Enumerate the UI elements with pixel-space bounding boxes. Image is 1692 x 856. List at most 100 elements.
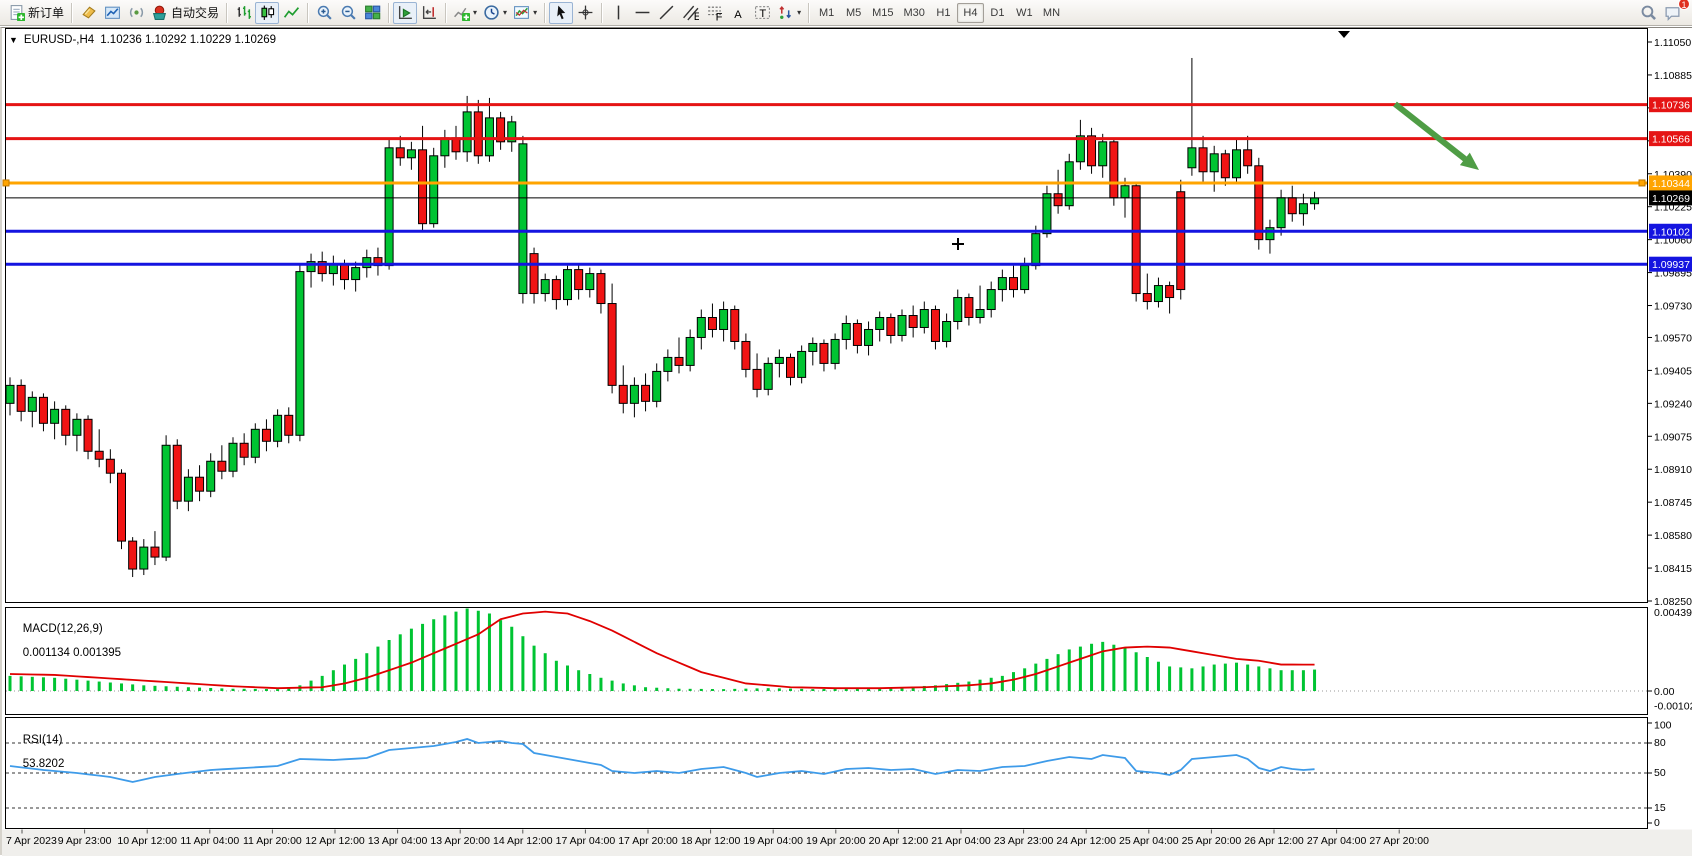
market-watch-icon bbox=[80, 4, 97, 21]
new-order-icon bbox=[8, 4, 25, 21]
time-tick-label: 13 Apr 04:00 bbox=[368, 835, 428, 847]
autoscroll-button[interactable] bbox=[393, 2, 417, 24]
svg-text:1.10736: 1.10736 bbox=[1652, 100, 1690, 112]
signals-button[interactable] bbox=[124, 2, 148, 24]
toolbar-separator bbox=[226, 3, 227, 23]
time-tick-label: 20 Apr 12:00 bbox=[869, 835, 929, 847]
price-tick-label: 1.08910 bbox=[1654, 464, 1692, 476]
timeframe-h4-button[interactable]: H4 bbox=[957, 3, 984, 23]
time-tick-label: 25 Apr 04:00 bbox=[1119, 835, 1179, 847]
price-tick-label: 1.09405 bbox=[1654, 365, 1692, 377]
channel-icon: E bbox=[682, 4, 699, 21]
indicators-icon bbox=[453, 4, 470, 21]
chart-window[interactable]: 1.110501.108851.107201.105551.103901.102… bbox=[0, 27, 1692, 855]
trendline-button[interactable] bbox=[654, 2, 678, 24]
cursor-button[interactable] bbox=[549, 2, 573, 24]
svg-text:1.10566: 1.10566 bbox=[1652, 134, 1690, 146]
chart-canvas[interactable]: 1.110501.108851.107201.105551.103901.102… bbox=[2, 28, 1692, 856]
price-tick-label: 1.11050 bbox=[1654, 37, 1691, 49]
rsi-value: 53.8202 bbox=[23, 758, 65, 770]
autotrade-icon bbox=[151, 4, 168, 21]
chevron-down-icon: ▾ bbox=[533, 9, 537, 17]
main-pane[interactable] bbox=[6, 29, 1648, 603]
autotrade-label: 自动交易 bbox=[171, 4, 219, 21]
time-tick-label: 12 Apr 12:00 bbox=[305, 835, 365, 847]
time-tick-label: 23 Apr 23:00 bbox=[994, 835, 1054, 847]
indicators-button[interactable]: ▾ bbox=[450, 2, 480, 24]
timeframe-mn-button[interactable]: MN bbox=[1038, 3, 1065, 23]
timeframe-group: M1M5M15M30H1H4D1W1MN bbox=[813, 3, 1065, 23]
toolbar-separator bbox=[71, 3, 72, 23]
arrows-icon bbox=[777, 4, 794, 21]
svg-text:15: 15 bbox=[1654, 802, 1666, 814]
notification-badge: 1 bbox=[1678, 0, 1690, 10]
template-icon bbox=[513, 4, 530, 21]
macd-values: 0.001134 0.001395 bbox=[23, 647, 121, 659]
svg-text:-0.001021: -0.001021 bbox=[1654, 700, 1692, 712]
svg-text:80: 80 bbox=[1654, 737, 1666, 749]
toolbar-separator bbox=[544, 3, 545, 23]
svg-text:100: 100 bbox=[1654, 720, 1672, 732]
horizontal-line-button[interactable] bbox=[630, 2, 654, 24]
line-chart-icon bbox=[283, 4, 300, 21]
zoom-out-button[interactable] bbox=[336, 2, 360, 24]
chart-shift-button[interactable] bbox=[417, 2, 441, 24]
macd-indicator-label: MACD(12,26,9) 0.001134 0.001395 bbox=[10, 611, 121, 671]
crosshair-button[interactable] bbox=[573, 2, 597, 24]
chart-context-caret[interactable]: ▼ bbox=[9, 35, 18, 45]
new-order-button[interactable]: 新订单 bbox=[5, 2, 67, 24]
search-button[interactable] bbox=[1636, 2, 1660, 24]
svg-text:1.10344: 1.10344 bbox=[1652, 178, 1690, 190]
macd-pane[interactable] bbox=[6, 608, 1648, 715]
timeframe-m30-button[interactable]: M30 bbox=[899, 3, 930, 23]
svg-text:1.09937: 1.09937 bbox=[1652, 259, 1690, 271]
price-tick-label: 1.09075 bbox=[1654, 431, 1692, 443]
text-label-icon: T bbox=[754, 4, 771, 21]
cursor-icon bbox=[553, 4, 570, 21]
periods-button[interactable]: ▾ bbox=[480, 2, 510, 24]
channel-button[interactable]: E bbox=[678, 2, 702, 24]
candles-chart-button[interactable] bbox=[255, 2, 279, 24]
price-level-badge: 1.10269 bbox=[1649, 190, 1692, 205]
price-tick-label: 1.08415 bbox=[1654, 563, 1692, 575]
timeframe-m5-button[interactable]: M5 bbox=[840, 3, 867, 23]
data-window-button[interactable] bbox=[100, 2, 124, 24]
text-label-button[interactable]: T bbox=[750, 2, 774, 24]
zoom-in-button[interactable] bbox=[312, 2, 336, 24]
data-window-icon bbox=[104, 4, 121, 21]
bars-chart-button[interactable] bbox=[231, 2, 255, 24]
toolbar-separator bbox=[307, 3, 308, 23]
fibonacci-button[interactable]: F bbox=[702, 2, 726, 24]
chart-shift-icon bbox=[421, 4, 438, 21]
timeframe-h1-button[interactable]: H1 bbox=[930, 3, 957, 23]
horizontal-line-icon bbox=[634, 4, 651, 21]
price-level-badge: 1.10102 bbox=[1649, 224, 1692, 239]
search-icon bbox=[1640, 4, 1657, 21]
chart-title: ▼ EURUSD-,H4 1.10236 1.10292 1.10229 1.1… bbox=[9, 34, 276, 46]
svg-text:T: T bbox=[759, 8, 766, 20]
timeframe-m1-button[interactable]: M1 bbox=[813, 3, 840, 23]
tile-windows-button[interactable] bbox=[360, 2, 384, 24]
templates-button[interactable]: ▾ bbox=[510, 2, 540, 24]
svg-text:50: 50 bbox=[1654, 767, 1666, 779]
orange-line-handle[interactable] bbox=[1639, 180, 1645, 186]
svg-text:E: E bbox=[693, 11, 698, 21]
new-order-label: 新订单 bbox=[28, 4, 64, 21]
autotrade-button[interactable]: 自动交易 bbox=[148, 2, 222, 24]
time-tick-label: 26 Apr 12:00 bbox=[1244, 835, 1304, 847]
time-tick-label: 17 Apr 04:00 bbox=[556, 835, 616, 847]
text-button[interactable]: A bbox=[726, 2, 750, 24]
orange-line-handle[interactable] bbox=[3, 180, 9, 186]
vertical-line-button[interactable] bbox=[606, 2, 630, 24]
time-tick-label: 19 Apr 04:00 bbox=[743, 835, 803, 847]
timeframe-m15-button[interactable]: M15 bbox=[867, 3, 898, 23]
zoom-in-icon bbox=[316, 4, 333, 21]
svg-text:A: A bbox=[734, 9, 742, 21]
timeframe-w1-button[interactable]: W1 bbox=[1011, 3, 1038, 23]
timeframe-d1-button[interactable]: D1 bbox=[984, 3, 1011, 23]
time-tick-label: 14 Apr 12:00 bbox=[493, 835, 553, 847]
arrows-button[interactable]: ▾ bbox=[774, 2, 804, 24]
market-watch-button[interactable] bbox=[76, 2, 100, 24]
time-tick-label: 11 Apr 20:00 bbox=[243, 835, 302, 847]
line-chart-button[interactable] bbox=[279, 2, 303, 24]
